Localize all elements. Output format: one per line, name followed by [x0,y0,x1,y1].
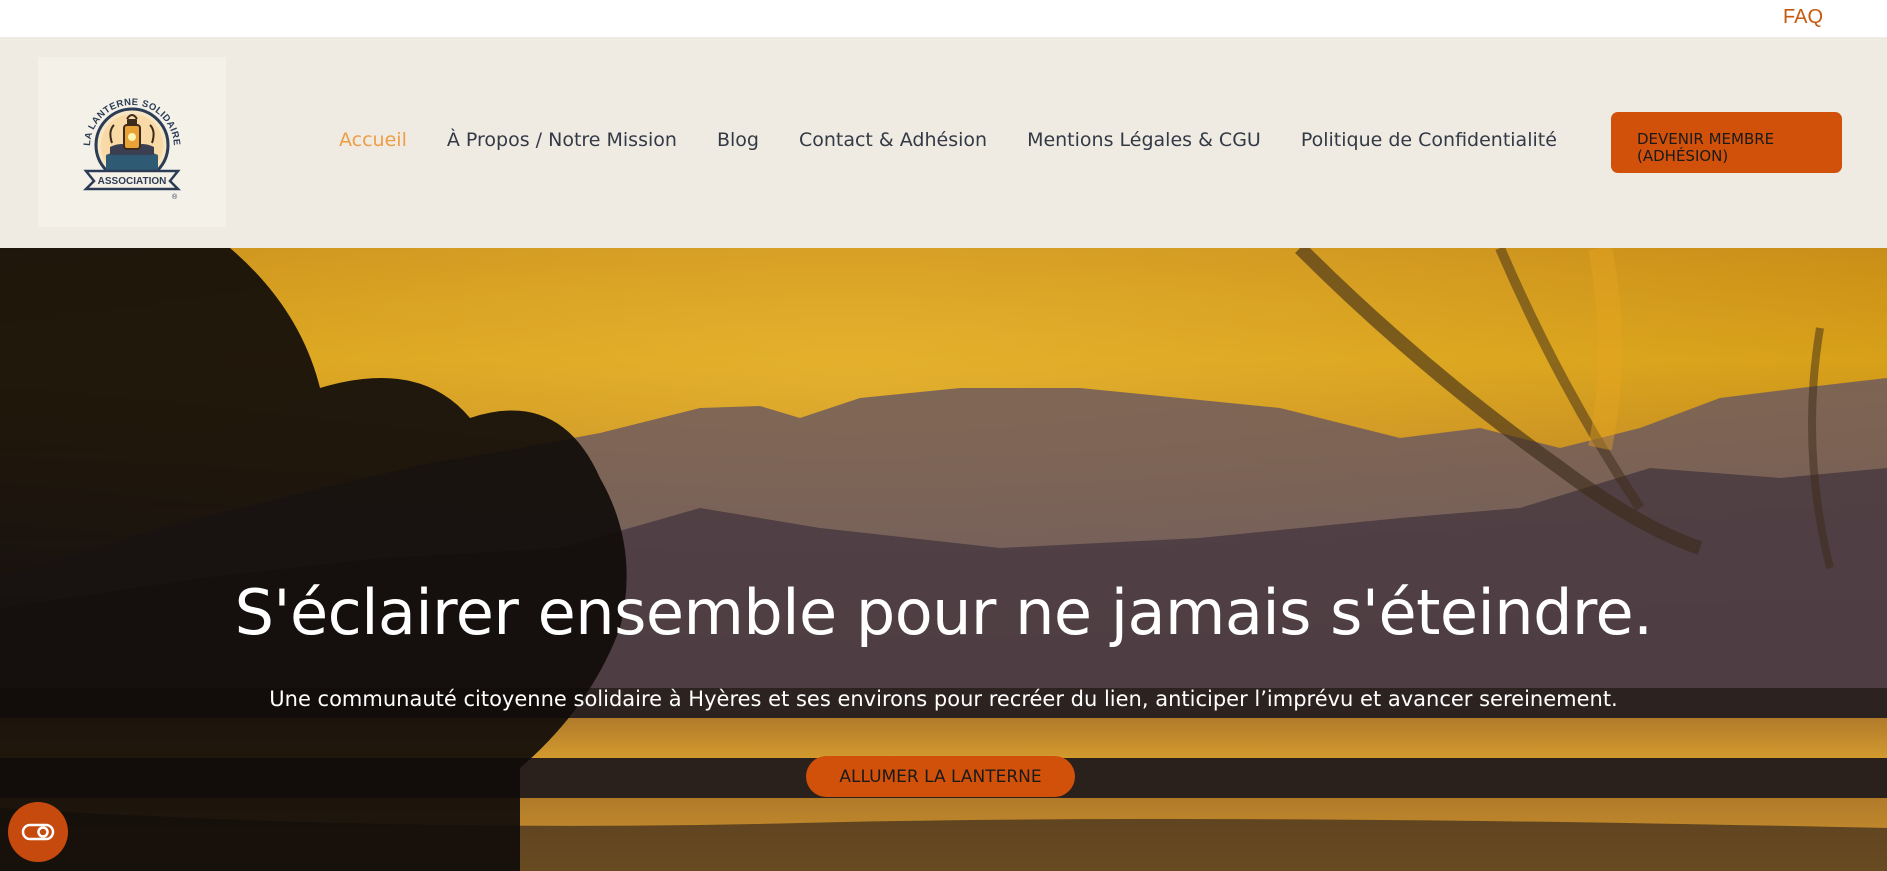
logo-registered-mark: ® [172,193,178,201]
become-member-button[interactable]: DEVENIR MEMBRE (ADHÉSION) [1611,112,1842,173]
nav-item-mentions-legales[interactable]: Mentions Légales & CGU [1027,129,1261,151]
nav-item-contact-adhesion[interactable]: Contact & Adhésion [799,129,987,151]
nav-item-accueil[interactable]: Accueil [339,129,407,151]
accessibility-toggle-icon [21,823,55,841]
main-nav: Accueil À Propos / Notre Mission Blog Co… [339,129,1597,151]
hero-title: S'éclairer ensemble pour ne jamais s'éte… [234,576,1653,649]
logo-ribbon-text: ASSOCIATION [98,176,167,187]
site-header: ASSOCIATION LA LANTERNE SOLIDAIRE ® Accu… [0,37,1887,248]
nav-item-a-propos[interactable]: À Propos / Notre Mission [447,129,677,151]
accessibility-toggle-button[interactable] [8,802,68,862]
lantern-logo-icon: ASSOCIATION LA LANTERNE SOLIDAIRE ® [82,97,182,201]
nav-item-blog[interactable]: Blog [717,129,759,151]
light-lantern-button[interactable]: ALLUMER LA LANTERNE [806,756,1075,797]
faq-link[interactable]: FAQ [1783,6,1823,29]
nav-item-politique-confidentialite[interactable]: Politique de Confidentialité [1301,129,1557,151]
hero-section: S'éclairer ensemble pour ne jamais s'éte… [0,248,1887,871]
top-bar: FAQ [0,0,1887,37]
site-logo[interactable]: ASSOCIATION LA LANTERNE SOLIDAIRE ® [38,57,226,227]
hero-subtitle: Une communauté citoyenne solidaire à Hyè… [269,687,1618,711]
